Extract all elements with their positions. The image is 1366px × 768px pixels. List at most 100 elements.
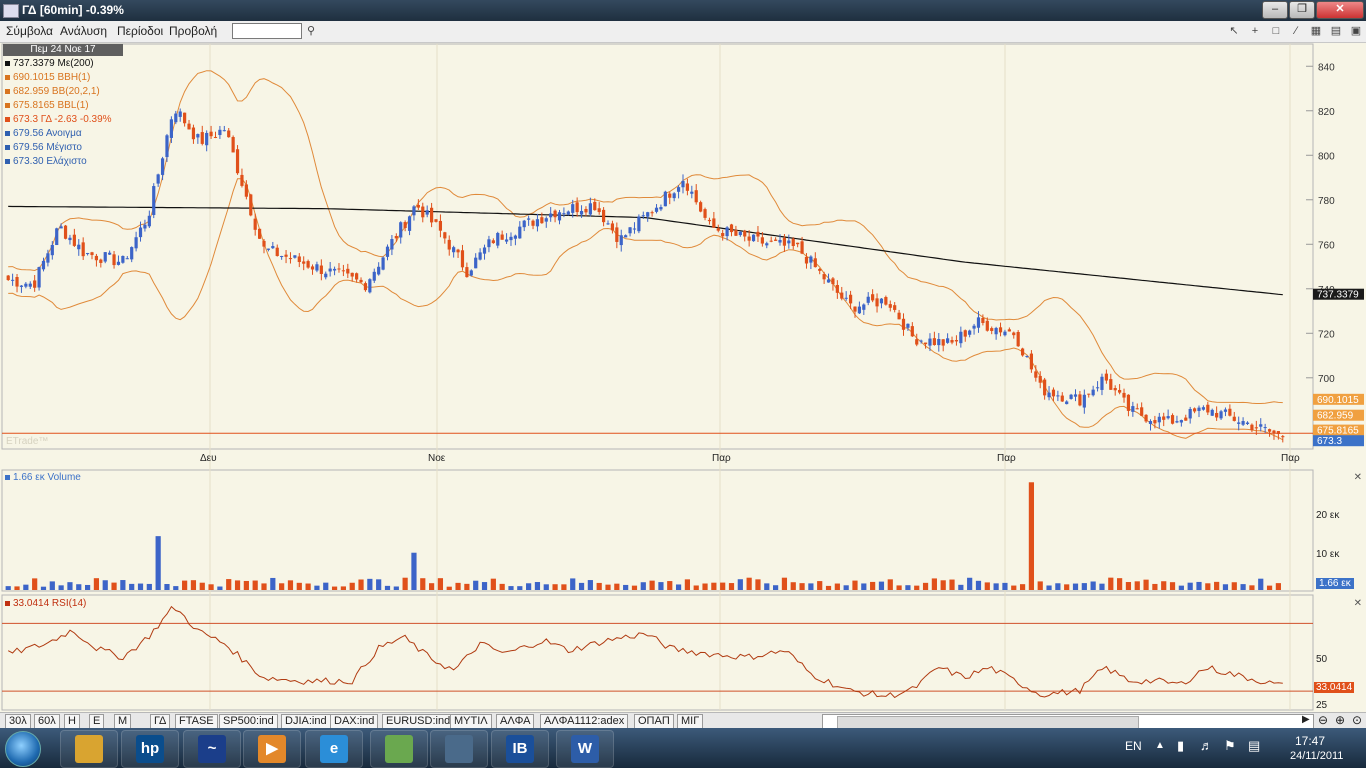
zoom-fit-icon[interactable]: ⊙ — [1352, 713, 1362, 727]
app-icon — [3, 4, 19, 18]
grid-tool-icon[interactable]: ▦ — [1309, 24, 1323, 38]
menu-periods[interactable]: Περίοδοι — [117, 24, 163, 38]
rectangle-tool-icon[interactable]: □ — [1269, 24, 1283, 38]
candle-body — [6, 275, 10, 281]
symbol-tab[interactable]: Ε — [89, 714, 105, 729]
search-icon[interactable]: ⚲ — [304, 24, 318, 38]
symbol-tab[interactable]: 30λ — [5, 714, 31, 729]
volume-bar — [1169, 582, 1176, 590]
rsi-axis-label: 25 — [1316, 700, 1328, 711]
taskbar-app-explorer[interactable] — [60, 730, 118, 768]
volume-bar — [773, 585, 779, 590]
candle-body — [804, 256, 809, 264]
volume-bar — [499, 583, 505, 590]
language-indicator[interactable]: EN — [1125, 739, 1142, 753]
clock-date[interactable]: 24/11/2011 — [1290, 750, 1343, 762]
close-button[interactable]: ✕ — [1316, 1, 1364, 19]
candle-body — [1219, 411, 1223, 419]
legend-marker — [5, 600, 10, 606]
save-icon[interactable]: ▣ — [1349, 24, 1363, 38]
rsi-panel — [1, 594, 1314, 711]
zoom-out-icon[interactable]: ⊖ — [1318, 713, 1328, 727]
candle-body — [990, 328, 994, 331]
symbol-tab[interactable]: ΑΛΦΑ1112:adex — [540, 714, 629, 729]
symbol-tab[interactable]: SP500:ind — [219, 714, 278, 729]
network-icon[interactable]: ▤ — [1248, 738, 1260, 754]
volume-bar — [296, 582, 302, 590]
horizontal-scrollbar[interactable] — [822, 714, 1314, 729]
taskbar-app-media[interactable]: ▶ — [243, 730, 301, 768]
candle-body — [725, 227, 729, 237]
price-tag-text: 690.1015 — [1317, 395, 1359, 406]
candle-body — [187, 123, 191, 130]
candle-body — [482, 247, 487, 254]
scroll-right-icon[interactable]: ▶ — [1302, 714, 1310, 725]
candle-body — [41, 260, 46, 270]
taskbar-app-network[interactable] — [370, 730, 428, 768]
taskbar-app-ib[interactable]: IB — [491, 730, 549, 768]
candle-body — [275, 247, 279, 256]
tray-device-icon[interactable]: ▮ — [1177, 738, 1184, 754]
symbol-tab[interactable]: 60λ — [34, 714, 60, 729]
symbol-tab[interactable]: ΑΛΦΑ — [496, 714, 535, 729]
symbol-tab[interactable]: EURUSD:ind — [382, 714, 455, 729]
symbol-search-input[interactable] — [232, 23, 302, 39]
close-rsi-panel-icon[interactable]: ✕ — [1354, 598, 1362, 609]
candle-body — [412, 206, 416, 216]
pointer-tool-icon[interactable]: ↖ — [1227, 24, 1241, 38]
taskbar-app-ie[interactable]: e — [305, 730, 363, 768]
start-button[interactable] — [5, 731, 41, 767]
symbol-tab[interactable]: ΓΔ — [150, 714, 171, 729]
close-volume-panel-icon[interactable]: ✕ — [1354, 472, 1362, 483]
taskbar-app-etrade[interactable] — [430, 730, 488, 768]
candle-body — [394, 235, 398, 239]
symbol-tab[interactable]: Μ — [114, 714, 132, 729]
volume-bar — [1072, 583, 1079, 590]
taskbar-app-hp[interactable]: hp — [121, 730, 179, 768]
legend-text: 673.30 Ελάχιστο — [13, 156, 87, 167]
candle-body — [130, 247, 134, 260]
crosshair-tool-icon[interactable]: + — [1248, 24, 1262, 38]
candle-body — [385, 246, 390, 257]
menu-symbols[interactable]: Σύμβολα — [6, 24, 53, 38]
volume-icon[interactable]: ♬ — [1200, 738, 1213, 753]
legend-marker — [5, 474, 10, 480]
symbol-tab[interactable]: FTASE — [175, 714, 218, 729]
candle-body — [407, 216, 412, 231]
volume-bar — [199, 582, 205, 590]
symbol-tab[interactable]: ΜΙΓ — [677, 714, 704, 729]
candle-body — [240, 174, 244, 186]
price-tag-text: 737.3379 — [1317, 290, 1359, 301]
volume-bar — [649, 580, 655, 590]
menu-analysis[interactable]: Ανάλυση — [60, 24, 107, 38]
candle-body — [1131, 406, 1135, 412]
candle-body — [1012, 332, 1016, 336]
candle-body — [853, 306, 857, 312]
taskbar-app-trading[interactable]: ~ — [183, 730, 241, 768]
candle-body — [284, 254, 288, 257]
candle-body — [1118, 389, 1122, 393]
chart-canvas[interactable]: 840820800780760740720700 737.3379690.101… — [0, 42, 1366, 712]
candle-body — [496, 232, 500, 246]
clock-time[interactable]: 17:47 — [1295, 734, 1325, 748]
symbol-tab[interactable]: ΟΠΑΠ — [634, 714, 674, 729]
symbol-tab[interactable]: DAX:ind — [330, 714, 379, 729]
minimize-button[interactable]: – — [1262, 1, 1288, 19]
volume-bar — [1028, 482, 1035, 590]
taskbar-app-word[interactable]: W — [556, 730, 614, 768]
zoom-in-icon[interactable]: ⊕ — [1335, 713, 1345, 727]
line-tool-icon[interactable]: ∕ — [1289, 24, 1303, 38]
symbol-tab[interactable]: Η — [64, 714, 80, 729]
candle-body — [381, 257, 385, 270]
menu-view[interactable]: Προβολή — [169, 24, 217, 38]
candle-body — [178, 111, 182, 117]
tray-expand-icon[interactable]: ▲ — [1155, 740, 1165, 751]
candle-body — [769, 240, 773, 242]
candle-body — [893, 305, 897, 310]
volume-bar — [173, 586, 179, 590]
chart-settings-icon[interactable]: ▤ — [1329, 24, 1343, 38]
restore-button[interactable]: ❐ — [1289, 1, 1315, 19]
flag-icon[interactable]: ⚑ — [1224, 738, 1236, 754]
symbol-tab[interactable]: ΜΥΤΙΛ — [450, 714, 492, 729]
symbol-tab[interactable]: DJIA:ind — [281, 714, 331, 729]
